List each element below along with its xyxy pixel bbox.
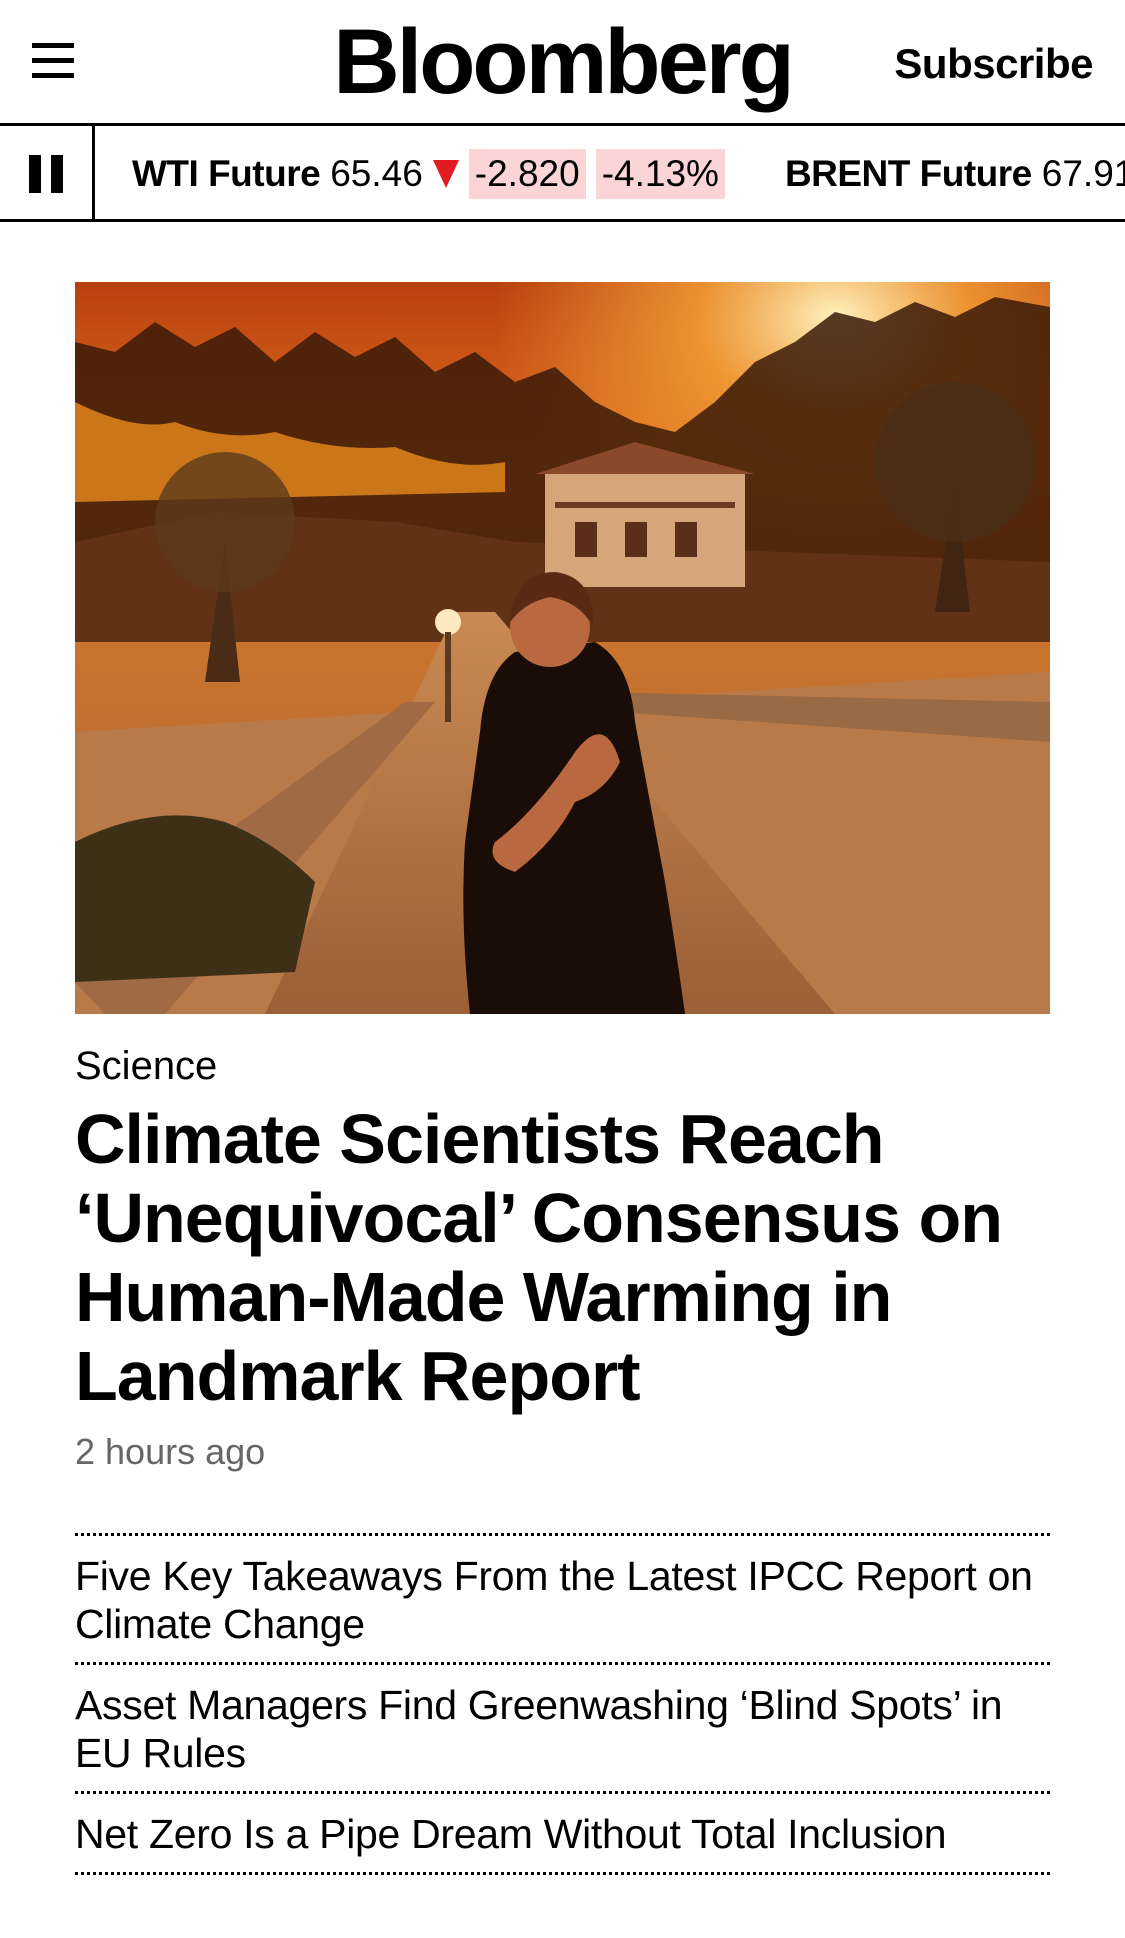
market-ticker: WTI Future 65.46 -2.820 -4.13% BRENT Fut… <box>0 126 1125 222</box>
quote-price: 67.91 <box>1041 153 1125 194</box>
quote-change: -2.820 <box>468 149 586 199</box>
quote-name: BRENT Future <box>784 153 1032 194</box>
related-articles: Five Key Takeaways From the Latest IPCC … <box>75 1533 1050 1875</box>
section-label[interactable]: Science <box>75 1042 217 1090</box>
pause-icon[interactable] <box>0 126 95 219</box>
article-headline[interactable]: Climate Scientists Reach ‘Unequivocal’ C… <box>75 1100 1065 1416</box>
subscribe-link[interactable]: Subscribe <box>894 40 1093 88</box>
article-timestamp: 2 hours ago <box>75 1431 266 1472</box>
related-article-link[interactable]: Five Key Takeaways From the Latest IPCC … <box>75 1533 1050 1662</box>
related-article-link[interactable]: Net Zero Is a Pipe Dream Without Total I… <box>75 1791 1050 1875</box>
hero-image[interactable] <box>75 282 1050 1014</box>
ticker-quote-brent[interactable]: BRENT Future 67.91 <box>785 152 1125 196</box>
top-bar: Bloomberg Subscribe <box>0 0 1125 126</box>
ticker-quote-wti[interactable]: WTI Future 65.46 -2.820 -4.13% <box>132 149 725 199</box>
quote-name: WTI Future <box>132 153 321 194</box>
related-article-link[interactable]: Asset Managers Find Greenwashing ‘Blind … <box>75 1662 1050 1791</box>
down-arrow-icon <box>432 160 459 188</box>
quote-price: 65.46 <box>330 153 423 194</box>
ticker-quotes: WTI Future 65.46 -2.820 -4.13% BRENT Fut… <box>132 126 1125 219</box>
quote-change-percent: -4.13% <box>595 149 725 199</box>
